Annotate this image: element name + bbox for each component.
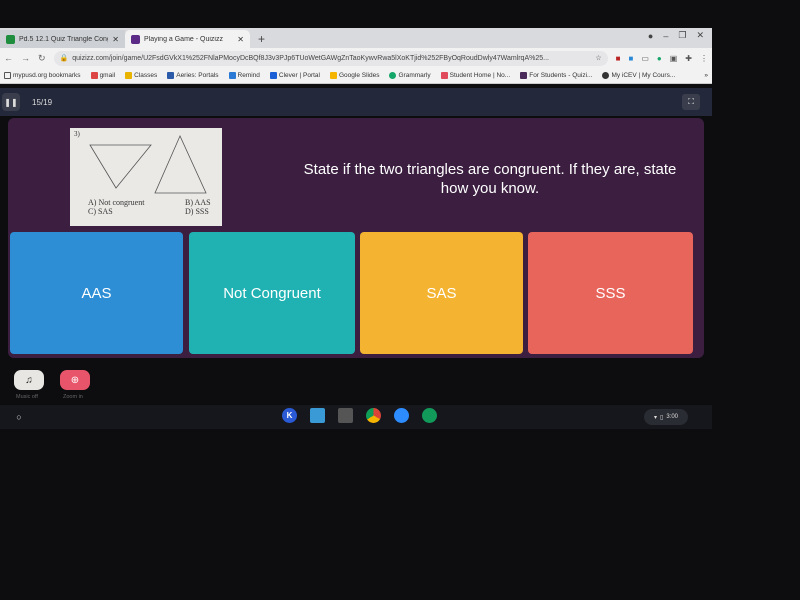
answer-option-sss[interactable]: SSS [528,232,693,354]
extension-icon[interactable]: ■ [616,54,621,63]
question-image: 3) A) Not congruent C) SAS B) AAS D) SSS [70,128,222,226]
reload-icon[interactable]: ↻ [38,53,46,64]
menu-icon[interactable]: ⋮ [700,54,708,63]
bookmark[interactable]: Aeries: Portals [167,71,219,79]
battery-icon: ▯ [660,414,664,421]
kami-icon[interactable]: K [282,408,297,423]
extension-icon[interactable]: ■ [628,54,633,63]
close-tab-icon[interactable]: ✕ [237,35,244,44]
quizizz-icon [131,34,140,44]
close-tab-icon[interactable]: ✕ [112,35,119,44]
bookmark[interactable]: Classes [125,71,157,79]
minimize-icon[interactable]: – [663,31,668,41]
back-icon[interactable]: ← [4,53,13,63]
question-text: State if the two triangles are congruent… [303,161,677,197]
green-app-icon[interactable] [422,408,437,423]
zoom-in-icon: ⊕ [70,374,80,386]
forward-icon[interactable]: → [21,53,30,63]
game-header: ❚❚ 15/19 ⛶ [0,88,712,116]
zoom-app-icon[interactable] [394,408,409,423]
puzzle-icon[interactable]: ✚ [685,54,692,63]
extension-icon[interactable]: ▭ [641,54,649,63]
music-off-button[interactable]: ♫ [14,370,44,390]
classroom-icon [6,34,15,44]
url-input[interactable]: 🔒 quizizz.com/join/game/U2FsdGVkX1%252FN… [53,50,608,66]
close-window-icon[interactable]: ✕ [696,30,704,41]
bookmarks-bar: mypusd.org bookmarks gmail Classes Aerie… [0,68,712,84]
bookmark[interactable]: My iCEV | My Cours... [602,71,675,79]
window-controls: ● – ❐ ✕ [648,30,704,41]
bookmark[interactable]: Grammarly [389,71,431,79]
tab-bar: Pd.5 12.1 Quiz Triangle Congru ✕ Playing… [0,28,712,48]
new-tab-button[interactable]: + [258,30,265,48]
bookmark[interactable]: mypusd.org bookmarks [4,71,81,79]
status-tray[interactable]: ▾ ▯ 3:00 [644,409,688,425]
zoom-in-label: Zoom in [63,394,83,400]
clock: 3:00 [666,414,678,420]
address-bar-row: ← → ↻ 🔒 quizizz.com/join/game/U2FsdGVkX1… [0,48,712,68]
wifi-icon: ▾ [653,414,657,421]
tab-label: Playing a Game - Quizizz [144,35,223,43]
fullscreen-icon: ⛶ [688,97,694,106]
tab-quiz-triangle[interactable]: Pd.5 12.1 Quiz Triangle Congru ✕ [0,30,125,48]
pause-icon: ❚❚ [4,97,18,107]
bookmark[interactable]: gmail [90,71,115,79]
extension-icon[interactable]: ▣ [670,54,678,63]
pinned-apps: K [282,408,437,423]
tab-quizizz[interactable]: Playing a Game - Quizizz ✕ [125,30,250,48]
pause-button[interactable]: ❚❚ [2,93,20,111]
answer-option-aas[interactable]: AAS [10,232,183,354]
calculator-icon[interactable] [338,408,353,423]
url-text: quizizz.com/join/game/U2FsdGVkX1%252FNla… [72,54,549,62]
bookmark[interactable]: Clever | Portal [269,71,320,79]
triangle-left [89,144,152,189]
restore-icon[interactable]: ❐ [678,30,686,41]
zoom-in-button[interactable]: ⊕ [60,370,90,390]
choices-left: A) Not congruent C) SAS [88,198,145,216]
fullscreen-button[interactable]: ⛶ [682,94,700,110]
bookmark[interactable]: Student Home | No... [440,71,510,79]
grammarly-icon[interactable]: ● [657,54,662,63]
bookmark[interactable]: Google Slides [330,71,379,79]
triangle-right [154,135,207,194]
music-off-label: Music off [16,394,38,400]
answer-option-sas[interactable]: SAS [360,232,523,354]
files-icon[interactable] [310,408,325,423]
music-off-icon: ♫ [25,374,33,386]
bookmark[interactable]: For Students - Quizi... [520,71,592,79]
lock-icon: 🔒 [59,55,69,62]
question-counter: 15/19 [32,97,53,107]
answer-option-not-congruent[interactable]: Not Congruent [189,232,355,354]
more-bookmarks[interactable]: » [704,72,708,79]
profile-icon[interactable]: ● [648,31,653,41]
choices-right: B) AAS D) SSS [185,198,211,216]
launcher-icon[interactable]: ○ [12,410,26,424]
star-icon[interactable]: ☆ [595,54,601,62]
chrome-icon[interactable] [366,408,381,423]
bookmark[interactable]: Remind [228,71,260,79]
extensions: ■ ■ ▭ ● ▣ ✚ ⋮ [616,54,708,63]
os-shelf: ○ K ▾ ▯ 3:00 [0,405,712,429]
tab-label: Pd.5 12.1 Quiz Triangle Congru [19,35,109,43]
